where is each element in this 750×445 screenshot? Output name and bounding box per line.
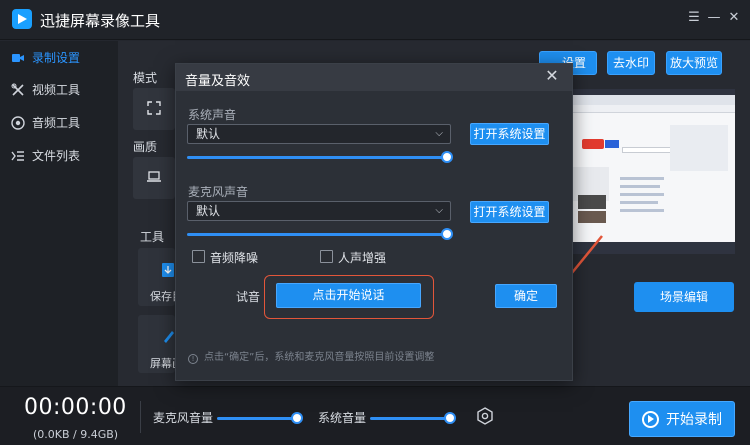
system-sound-slider[interactable]: [187, 156, 447, 159]
list-icon: [11, 151, 24, 161]
sidebar-item-label: 文件列表: [32, 149, 81, 163]
sidebar-item-audio-tools[interactable]: 音频工具: [0, 108, 118, 138]
voice-enhance-checkbox[interactable]: [320, 250, 333, 263]
test-label: 试音: [236, 290, 261, 304]
laptop-icon: [147, 171, 161, 182]
info-icon: !: [188, 354, 198, 364]
tool-card-label: 屏幕画: [150, 357, 175, 370]
sidebar: 录制设置 视频工具 音频工具 文件列表: [0, 41, 118, 386]
mic-volume-label: 麦克风音量: [153, 411, 214, 425]
mic-open-settings-button[interactable]: 打开系统设置: [470, 201, 549, 223]
chevron-down-icon: ⌵: [435, 128, 443, 139]
voice-enhance-label: 人声增强: [338, 251, 387, 265]
remove-watermark-button[interactable]: 去水印: [607, 51, 655, 75]
dialog-note-text: 点击“确定”后，系统和麦克风音量按照目前设置调整: [204, 352, 435, 363]
sidebar-item-label: 视频工具: [32, 83, 81, 97]
mic-volume-slider[interactable]: [217, 417, 297, 420]
mic-sound-slider[interactable]: [187, 233, 447, 236]
noise-reduction-label: 音频降噪: [210, 251, 259, 265]
system-volume-slider[interactable]: [370, 417, 450, 420]
mode-label: 模式: [133, 71, 158, 85]
mic-sound-knob[interactable]: [441, 228, 453, 240]
app-logo-icon: [12, 9, 32, 29]
system-sound-label: 系统声音: [188, 108, 237, 122]
sidebar-item-record-settings[interactable]: 录制设置: [0, 43, 118, 73]
mode-card[interactable]: [133, 88, 175, 130]
quality-card[interactable]: [133, 157, 175, 199]
system-sound-select[interactable]: 默认 ⌵: [187, 124, 451, 144]
play-circle-icon: [642, 411, 659, 428]
dialog-header: 音量及音效 ✕: [176, 64, 572, 91]
screen-draw-tool[interactable]: 屏幕画: [138, 315, 175, 373]
record-timer: 00:00:00: [24, 395, 127, 420]
app-title: 迅捷屏幕录像工具: [40, 12, 161, 30]
sidebar-item-label: 音频工具: [32, 116, 81, 130]
start-speaking-button[interactable]: 点击开始说话: [276, 283, 421, 308]
chevron-down-icon: ⌵: [435, 205, 443, 216]
sidebar-item-video-tools[interactable]: 视频工具: [0, 75, 118, 105]
dialog-note: ! 点击“确定”后，系统和麦克风音量按照目前设置调整: [188, 348, 434, 364]
quality-label: 画质: [133, 140, 158, 154]
bottom-bar: 00:00:00 (0.0KB / 9.4GB) 麦克风音量 系统音量 开始录制: [0, 386, 750, 445]
sidebar-item-label: 录制设置: [32, 51, 81, 65]
scene-edit-button[interactable]: 场景编辑: [634, 282, 734, 312]
noise-reduction-checkbox[interactable]: [192, 250, 205, 263]
divider: [140, 401, 141, 433]
close-icon[interactable]: ✕: [726, 10, 742, 26]
audio-effects-dialog: 音量及音效 ✕ 系统声音 默认 ⌵ 打开系统设置 麦克风声音 默认 ⌵ 打开系统…: [175, 63, 573, 381]
minimize-icon[interactable]: —: [706, 10, 722, 26]
mic-sound-select[interactable]: 默认 ⌵: [187, 201, 451, 221]
video-camera-icon: [12, 54, 24, 62]
system-open-settings-button[interactable]: 打开系统设置: [470, 123, 549, 145]
preview-screenshot: [570, 95, 735, 250]
system-sound-knob[interactable]: [441, 151, 453, 163]
mic-sound-value: 默认: [196, 204, 221, 218]
confirm-button[interactable]: 确定: [495, 284, 557, 308]
storage-usage: (0.0KB / 9.4GB): [33, 428, 119, 441]
system-sound-value: 默认: [196, 127, 221, 141]
mic-volume-knob[interactable]: [291, 412, 303, 424]
title-bar: 迅捷屏幕录像工具 ☰ — ✕: [0, 0, 750, 40]
start-record-label: 开始录制: [666, 412, 722, 428]
folder-download-icon: [162, 263, 174, 277]
tools-icon: [11, 83, 24, 96]
tools-label: 工具: [140, 230, 165, 244]
dialog-close-icon[interactable]: ✕: [544, 68, 560, 84]
dialog-title: 音量及音效: [185, 74, 251, 89]
mic-sound-label: 麦克风声音: [188, 185, 249, 199]
audio-icon: [11, 116, 25, 130]
pen-icon: [164, 331, 174, 343]
tool-card-label: 保存目: [150, 290, 175, 303]
menu-icon[interactable]: ☰: [686, 10, 702, 26]
system-volume-knob[interactable]: [444, 412, 456, 424]
system-volume-label: 系统音量: [318, 411, 367, 425]
fullscreen-icon: [147, 101, 161, 115]
zoom-preview-button[interactable]: 放大预览: [666, 51, 722, 75]
save-dir-tool[interactable]: 保存目: [138, 248, 175, 306]
start-record-button[interactable]: 开始录制: [629, 401, 735, 437]
sidebar-item-file-list[interactable]: 文件列表: [0, 141, 118, 171]
audio-settings-icon[interactable]: [476, 407, 494, 425]
